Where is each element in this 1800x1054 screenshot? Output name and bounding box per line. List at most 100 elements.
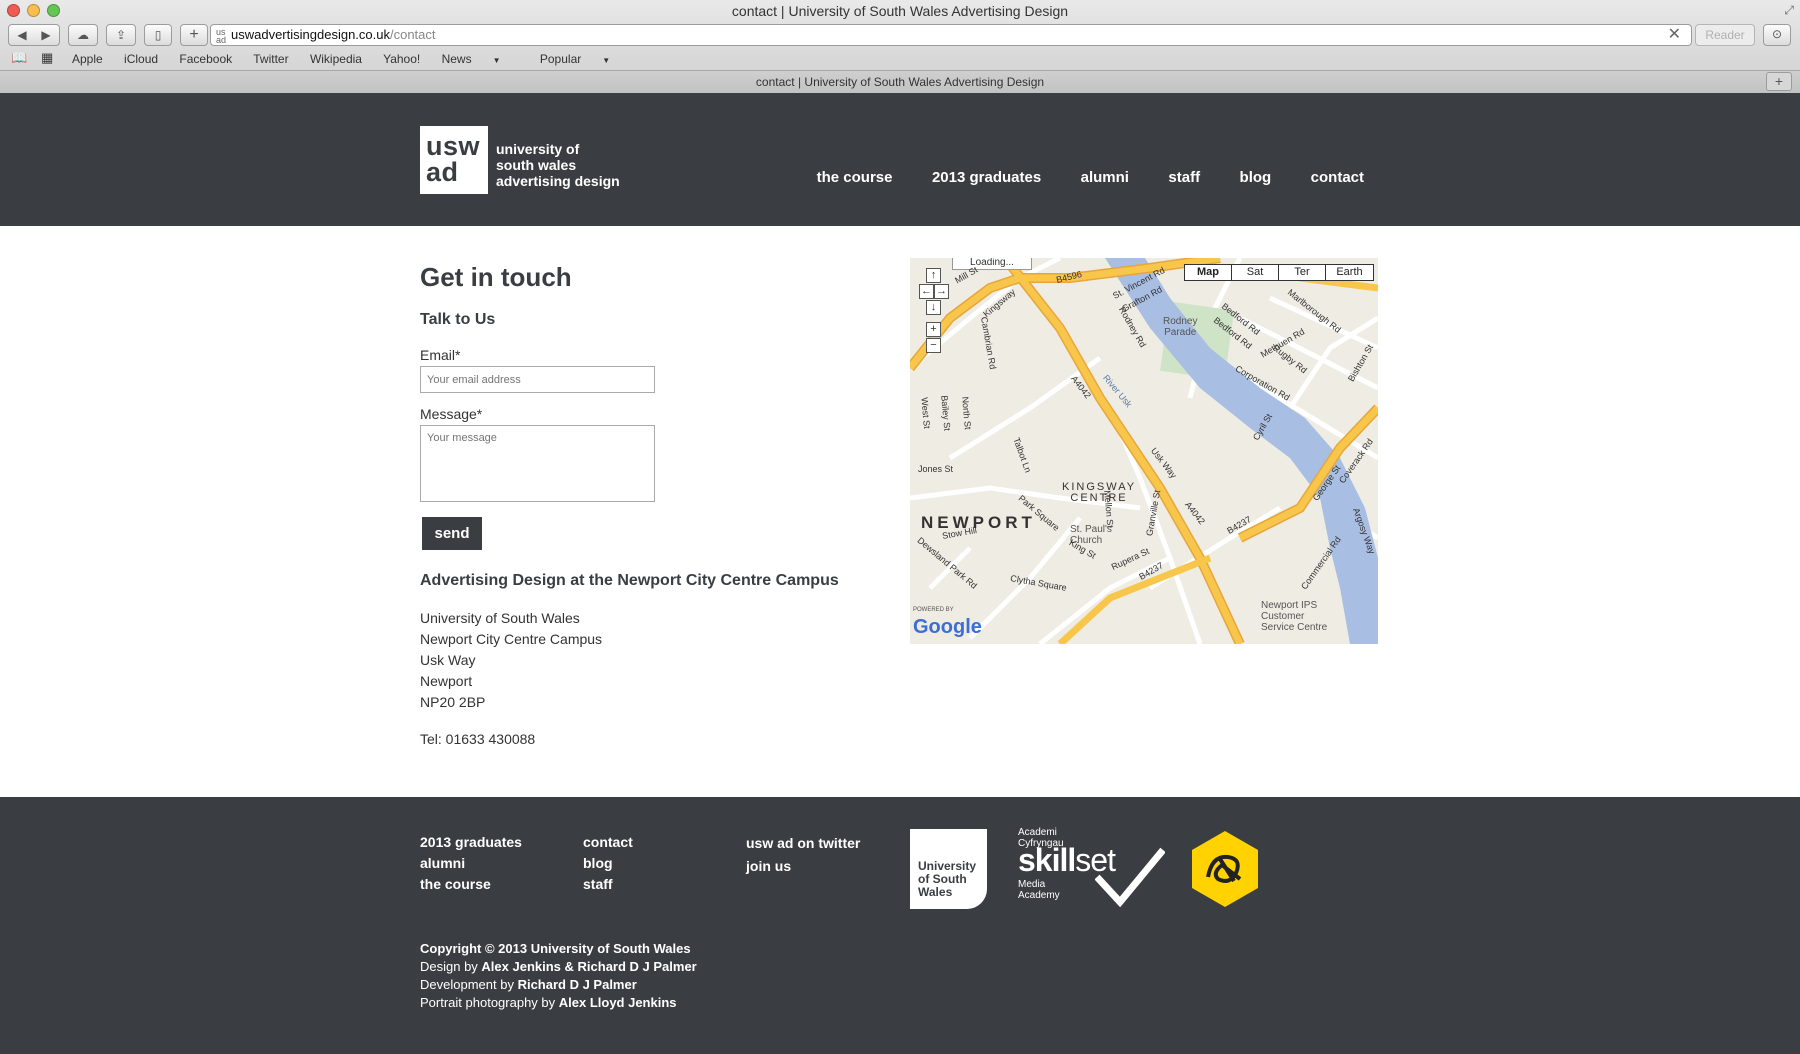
new-tab-button[interactable]: +: [180, 24, 208, 46]
bookmark-facebook[interactable]: Facebook: [179, 52, 232, 66]
bookmarks-bar: 📖 ▦ Apple iCloud Facebook Twitter Wikipe…: [0, 50, 1800, 68]
logo-mark-line2: ad: [426, 157, 459, 187]
share-button[interactable]: ⇪: [106, 24, 136, 46]
google-logo[interactable]: Google: [913, 616, 982, 639]
checkmark-icon: [1095, 847, 1165, 907]
map-area-label: KINGSWAY CENTRE: [1062, 482, 1136, 504]
message-label: Message*: [420, 406, 483, 422]
skillset-media-line2: Academy: [1018, 890, 1060, 901]
copyright-text: Copyright © 2013 University of South Wal…: [420, 941, 691, 956]
map-type-earth[interactable]: Earth: [1326, 265, 1373, 280]
nav-alumni[interactable]: alumni: [1081, 169, 1129, 186]
bookmark-news-folder[interactable]: News ▼: [442, 52, 519, 66]
map-poi-label: Newport IPS Customer Service Centre: [1261, 600, 1327, 633]
logo-text-line1: university of: [496, 141, 580, 157]
downloads-button[interactable]: ⊙: [1763, 24, 1791, 46]
nav-contact[interactable]: contact: [1311, 169, 1364, 186]
address-line: Newport City Centre Campus: [420, 631, 603, 647]
skillset-media-text: Media Academy: [1018, 879, 1060, 901]
map-type-selector: Map Sat Ter Earth: [1184, 264, 1374, 281]
logo-text[interactable]: university of south wales advertising de…: [496, 141, 620, 189]
icloud-tabs-button[interactable]: ☁: [68, 24, 98, 46]
usw-logo-line3: Wales: [918, 885, 953, 899]
map-type-ter[interactable]: Ter: [1279, 265, 1326, 280]
usw-logo[interactable]: University of South Wales: [910, 829, 987, 909]
footer-link-alumni[interactable]: alumni: [420, 853, 522, 874]
reading-list-icon[interactable]: 📖: [11, 50, 27, 66]
zoom-in-icon[interactable]: +: [926, 322, 941, 337]
bookmark-apple[interactable]: Apple: [72, 52, 103, 66]
pan-down-icon[interactable]: ↓: [926, 300, 941, 315]
share-icon: ⇪: [115, 28, 127, 42]
logo-text-line2: south wales: [496, 157, 577, 173]
chevron-down-icon: ▼: [602, 56, 611, 65]
forward-icon[interactable]: ▶: [34, 25, 58, 45]
email-field[interactable]: [420, 366, 655, 393]
footer-link-contact[interactable]: contact: [583, 832, 633, 853]
skillset-logo[interactable]: Academi Cyfryngau skillset Media Academy: [1018, 827, 1168, 907]
footer-link-staff[interactable]: staff: [583, 874, 633, 895]
map-poi-line1: Newport IPS: [1261, 600, 1318, 611]
add-tab-button[interactable]: +: [1766, 72, 1792, 91]
main-content: Get in touch Talk to Us Email* Message* …: [0, 226, 1800, 797]
pan-up-icon[interactable]: ↑: [926, 268, 941, 283]
url-path: /contact: [389, 27, 436, 42]
address-bar[interactable]: us ad uswadvertisingdesign.co.uk/contact …: [210, 24, 1692, 46]
map-area-line2: CENTRE: [1070, 492, 1128, 504]
main-nav: the course 2013 graduates alumni staff b…: [782, 169, 1364, 187]
footer-link-twitter[interactable]: usw ad on twitter: [746, 832, 860, 855]
email-label: Email*: [420, 347, 461, 363]
skillset-media-line1: Media: [1018, 879, 1046, 890]
download-icon: ⊙: [1771, 27, 1783, 41]
pan-left-icon[interactable]: ←: [919, 284, 934, 299]
footer-column-3: usw ad on twitter join us: [746, 832, 860, 878]
address-line: Newport: [420, 673, 473, 689]
map-park-line1: Rodney: [1163, 316, 1198, 327]
top-sites-grid-icon[interactable]: ▦: [41, 50, 53, 66]
active-tab[interactable]: contact | University of South Wales Adve…: [0, 75, 1800, 89]
map-loading-indicator: Loading...: [952, 258, 1032, 270]
map-type-map[interactable]: Map: [1185, 265, 1232, 280]
logo-mark-line1: usw: [426, 131, 481, 161]
address-line: University of South Wales: [420, 610, 580, 626]
site-footer: 2013 graduates alumni the course contact…: [0, 797, 1800, 1054]
message-field[interactable]: [420, 425, 655, 502]
bookmark-popular-folder[interactable]: Popular ▼: [540, 52, 628, 66]
back-icon[interactable]: ◀: [10, 25, 34, 45]
address-line: NP20 2BP: [420, 694, 486, 710]
dad-logo-icon[interactable]: [1190, 829, 1260, 909]
bookmark-twitter[interactable]: Twitter: [253, 52, 288, 66]
nav-staff[interactable]: staff: [1168, 169, 1200, 186]
location-map[interactable]: Loading... ↑ ← → ↓ + − Map Sat Ter Earth…: [910, 258, 1378, 644]
map-park-label: Rodney Parade: [1163, 316, 1197, 338]
reader-button[interactable]: Reader: [1695, 24, 1755, 46]
pan-right-icon[interactable]: →: [934, 284, 949, 299]
footer-column-1: 2013 graduates alumni the course: [420, 832, 522, 895]
send-button[interactable]: send: [422, 517, 482, 550]
dev-credit-prefix: Development by: [420, 977, 518, 992]
fullscreen-icon[interactable]: ⤢: [1784, 3, 1794, 18]
campus-heading: Advertising Design at the Newport City C…: [420, 572, 839, 589]
zoom-out-icon[interactable]: −: [926, 338, 941, 353]
bookmark-icloud[interactable]: iCloud: [124, 52, 158, 66]
footer-link-join-us[interactable]: join us: [746, 855, 860, 878]
sidebar-button[interactable]: ▯: [144, 24, 172, 46]
bookmark-wikipedia[interactable]: Wikipedia: [310, 52, 362, 66]
nav-blog[interactable]: blog: [1240, 169, 1272, 186]
logo-text-line3: advertising design: [496, 173, 620, 189]
url-domain: uswadvertisingdesign.co.uk: [231, 27, 390, 42]
nav-2013-graduates[interactable]: 2013 graduates: [932, 169, 1041, 186]
nav-the-course[interactable]: the course: [817, 169, 893, 186]
site-logo[interactable]: usw ad: [420, 126, 488, 194]
map-park-line2: Parade: [1164, 327, 1197, 338]
clear-url-icon[interactable]: ✕: [1668, 25, 1681, 45]
footer-link-2013-graduates[interactable]: 2013 graduates: [420, 832, 522, 853]
footer-link-the-course[interactable]: the course: [420, 874, 522, 895]
map-type-sat[interactable]: Sat: [1232, 265, 1279, 280]
cloud-icon: ☁: [77, 28, 89, 42]
bookmark-yahoo[interactable]: Yahoo!: [383, 52, 420, 66]
map-powered-by: POWERED BY: [913, 607, 954, 613]
footer-link-blog[interactable]: blog: [583, 853, 633, 874]
footer-column-2: contact blog staff: [583, 832, 633, 895]
address-line: Usk Way: [420, 652, 476, 668]
